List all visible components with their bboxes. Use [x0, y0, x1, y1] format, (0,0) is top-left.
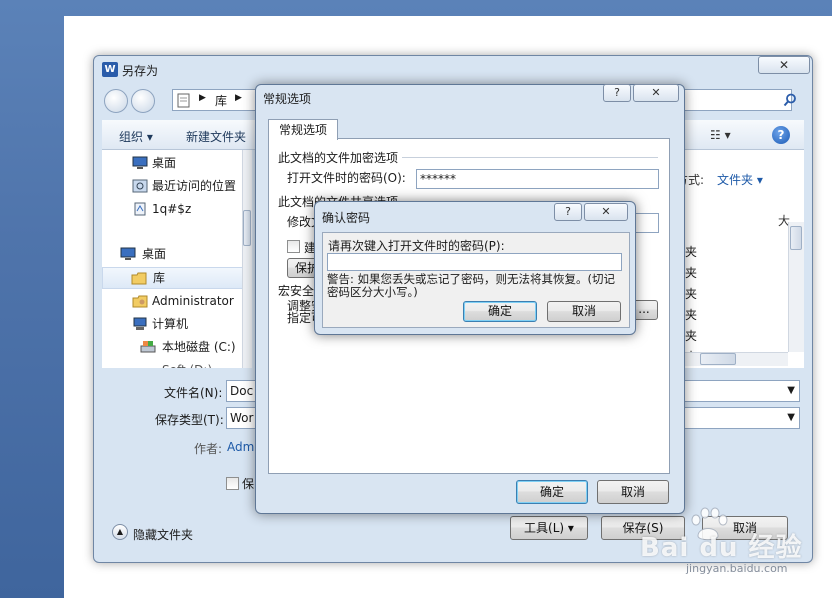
reenter-password-label: 请再次键入打开文件时的密码(P):	[328, 239, 505, 253]
general-options-title: 常规选项	[263, 92, 312, 106]
confirm-password-title: 确认密码	[322, 211, 371, 225]
breadcrumb-arrow-icon: ▶	[199, 93, 206, 103]
file-icon	[134, 202, 146, 216]
chevron-up-icon[interactable]: ▲	[112, 524, 128, 540]
nav-item-drive-c[interactable]: 本地磁盘 (C:)	[102, 336, 250, 358]
user-folder-icon	[132, 295, 148, 308]
word-app-icon: W	[102, 62, 118, 77]
arrange-dropdown[interactable]: 文件夹 ▾	[717, 171, 763, 188]
desktop-icon	[120, 247, 136, 260]
drive-icon	[140, 341, 156, 353]
chevron-down-icon: ▼	[787, 412, 795, 423]
tab-general-options[interactable]: 常规选项	[268, 119, 338, 140]
help-icon: ?	[565, 205, 571, 218]
filename-label: 文件名(N):	[164, 386, 223, 400]
general-options-help-button[interactable]: ?	[603, 84, 631, 102]
chevron-down-icon: ▼	[787, 385, 795, 396]
confirm-ok-button[interactable]: 确定	[463, 301, 537, 322]
new-folder-button[interactable]: 新建文件夹	[186, 128, 246, 145]
list-item[interactable]: 夹	[685, 306, 697, 323]
nav-item-desktop-root[interactable]: 桌面	[102, 243, 250, 265]
nav-item-library[interactable]: 库	[102, 267, 250, 289]
nav-item-administrator[interactable]: Administrator	[102, 290, 250, 312]
nav-item-drive-d[interactable]: Soft (D:)	[102, 359, 250, 368]
desktop-icon	[132, 156, 148, 169]
modify-password-input[interactable]	[632, 213, 659, 233]
recent-places-icon	[132, 179, 148, 193]
nav-item-computer[interactable]: 计算机	[102, 313, 250, 335]
nav-scrollbar[interactable]	[242, 150, 252, 368]
close-icon: ✕	[651, 86, 661, 99]
list-item[interactable]: 夹	[685, 264, 697, 281]
general-options-close-button[interactable]: ✕	[633, 84, 679, 102]
back-button[interactable]	[104, 89, 128, 113]
confirm-help-button[interactable]: ?	[554, 203, 582, 221]
reenter-password-input[interactable]	[327, 253, 622, 271]
divider	[402, 157, 658, 158]
folder-page-icon	[177, 93, 190, 108]
help-icon[interactable]: ?	[772, 126, 790, 144]
forward-button[interactable]	[131, 89, 155, 113]
help-icon: ?	[614, 86, 620, 99]
nav-item-desktop[interactable]: 桌面	[102, 152, 250, 174]
author-value[interactable]: Admi	[227, 440, 258, 454]
list-item[interactable]: 夹	[685, 327, 697, 344]
breadcrumb-arrow-icon: ▶	[235, 93, 242, 103]
nav-scroll-thumb[interactable]	[243, 210, 251, 246]
confirm-close-button[interactable]: ✕	[584, 203, 628, 221]
hide-folders-toggle[interactable]: 隐藏文件夹	[133, 526, 193, 543]
list-item[interactable]: 夹	[685, 285, 697, 302]
general-options-ok-button[interactable]: 确定	[516, 480, 588, 504]
encrypt-section-title: 此文档的文件加密选项	[278, 151, 399, 165]
save-thumbnail-label: 保	[242, 477, 255, 491]
search-icon[interactable]	[783, 93, 797, 107]
open-password-label: 打开文件时的密码(O):	[287, 171, 406, 185]
navigation-pane: 桌面 最近访问的位置 1q#$z 桌面 库 Administrator 计算机 …	[102, 150, 252, 368]
watermark-brand: Bai du 经验	[640, 533, 803, 563]
list-item[interactable]: 夹	[685, 243, 697, 260]
nav-item-1q[interactable]: 1q#$z	[102, 198, 250, 220]
library-icon	[131, 272, 147, 285]
read-only-checkbox[interactable]	[287, 240, 300, 253]
watermark-url: jingyan.baidu.com	[686, 562, 788, 575]
author-label: 作者:	[194, 442, 223, 456]
file-list-hscroll-thumb[interactable]	[700, 353, 736, 365]
save-thumbnail-checkbox[interactable]	[226, 477, 239, 490]
confirm-cancel-button[interactable]: 取消	[547, 301, 621, 322]
view-options-icon[interactable]: ☷ ▾	[710, 128, 731, 142]
nav-item-recent[interactable]: 最近访问的位置	[102, 175, 250, 197]
organize-button[interactable]: 组织 ▾	[119, 128, 153, 145]
open-password-input[interactable]: ******	[416, 169, 659, 189]
breadcrumb-library[interactable]: 库	[215, 92, 227, 109]
password-warning-text: 警告: 如果您丢失或忘记了密码，则无法将其恢复。(切记密码区分大小写。)	[327, 272, 616, 299]
close-icon: ✕	[601, 205, 611, 218]
general-options-cancel-button[interactable]: 取消	[597, 480, 669, 504]
computer-icon	[133, 317, 147, 330]
tools-button[interactable]: 工具(L) ▾	[510, 516, 588, 540]
save-as-title: 另存为	[122, 64, 159, 78]
filetype-label: 保存类型(T):	[155, 413, 224, 427]
save-as-close-button[interactable]: ✕	[758, 56, 810, 74]
close-icon: ✕	[778, 58, 790, 72]
file-list-scroll-thumb[interactable]	[790, 226, 802, 250]
